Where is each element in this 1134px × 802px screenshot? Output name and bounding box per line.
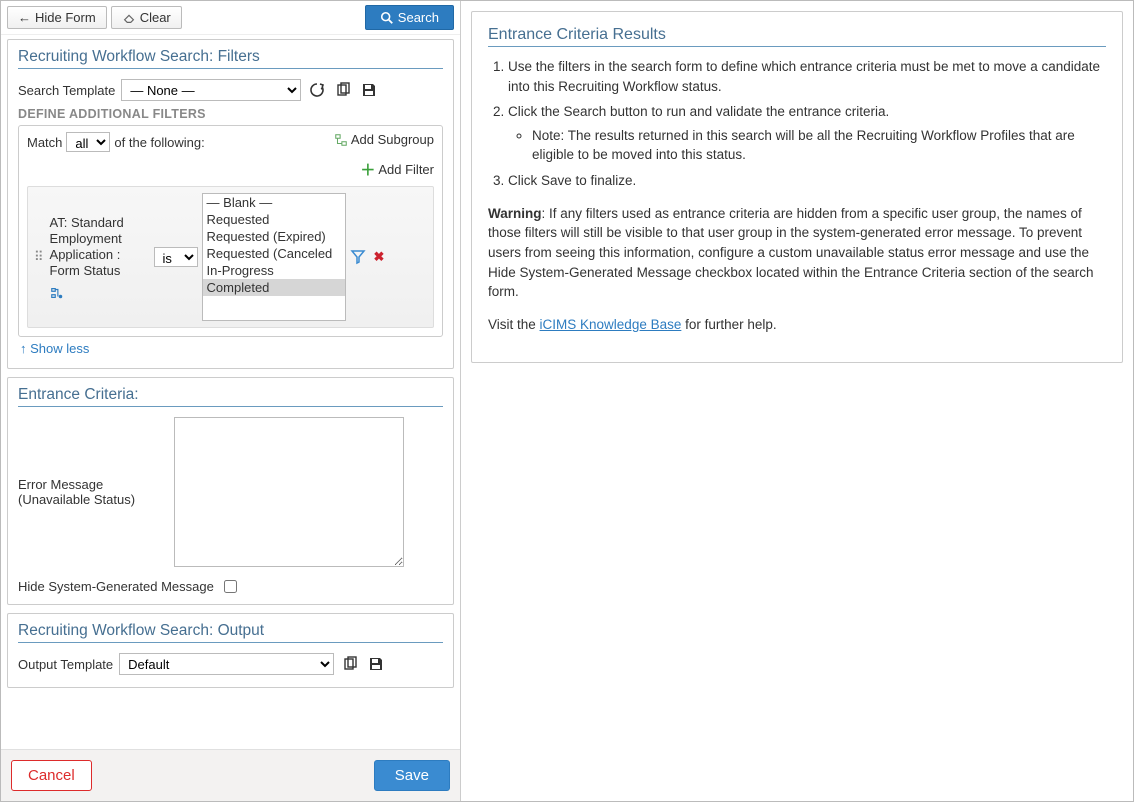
hide-form-button[interactable]: Hide Form [7,6,107,29]
refresh-icon [309,82,325,98]
filters-panel: Recruiting Workflow Search: Filters Sear… [7,39,454,369]
top-toolbar: Hide Form Clear Search [1,1,460,35]
footer: Cancel Save [1,749,460,801]
operator-select[interactable]: is [154,247,198,267]
filter-box: Match all of the following: Add Subgroup [18,125,443,337]
save-output-button[interactable] [366,654,386,674]
entrance-title: Entrance Criteria: [18,386,443,407]
filter-row: ⠿ AT: Standard Employment Application : … [27,186,434,328]
visit-prefix: Visit the [488,317,540,332]
save-icon [361,82,377,98]
remove-filter-button[interactable]: ✖ [370,249,389,265]
knowledge-base-link[interactable]: iCIMS Knowledge Base [540,317,682,332]
instruction-text: Click the Search button to run and valid… [508,104,889,119]
copy-icon [342,656,358,672]
filter-field-name: AT: Standard Employment Application : Fo… [50,215,150,280]
list-item[interactable]: Requested (Expired) [203,228,345,245]
entrance-criteria-panel: Entrance Criteria: Error Message (Unavai… [7,377,454,605]
visit-suffix: for further help. [681,317,776,332]
add-filter-label: Add Filter [378,162,434,177]
instruction-note: Note: The results returned in this searc… [532,126,1106,165]
match-label-suffix: of the following: [114,135,204,150]
list-item[interactable]: Requested [203,211,345,228]
search-template-label: Search Template [18,83,115,98]
instruction-item: Click Save to finalize. [508,171,1106,191]
clear-button[interactable]: Clear [111,6,182,29]
arrow-left-icon [18,10,31,25]
values-listbox[interactable]: — Blank — Requested Requested (Expired) … [202,193,346,321]
search-button[interactable]: Search [365,5,454,30]
save-button[interactable]: Save [374,760,450,791]
apply-filter-button[interactable] [350,249,366,265]
results-title: Entrance Criteria Results [488,26,1106,47]
copy-template-button[interactable] [333,80,353,100]
eraser-icon [122,11,136,25]
left-scroll-area[interactable]: Recruiting Workflow Search: Filters Sear… [1,35,460,749]
copy-icon [335,82,351,98]
results-body: Use the filters in the search form to de… [488,57,1106,335]
list-item[interactable]: In-Progress [203,262,345,279]
hide-msg-label: Hide System-Generated Message [18,579,214,594]
list-item[interactable]: — Blank — [203,194,345,211]
search-template-select[interactable]: — None — [121,79,301,101]
filters-panel-title: Recruiting Workflow Search: Filters [18,48,443,69]
plus-icon: ＋ [360,159,375,180]
copy-output-button[interactable] [340,654,360,674]
left-pane: Hide Form Clear Search Recruiting Workfl… [1,1,461,801]
help-paragraph: Visit the iCIMS Knowledge Base for furth… [488,315,1106,335]
output-panel: Recruiting Workflow Search: Output Outpu… [7,613,454,688]
funnel-icon [350,249,366,265]
error-message-textarea[interactable] [174,417,404,567]
error-message-label: Error Message (Unavailable Status) [18,477,168,507]
instruction-item: Use the filters in the search form to de… [508,57,1106,96]
clear-label: Clear [140,10,171,25]
match-mode-select[interactable]: all [66,132,110,152]
save-icon [368,656,384,672]
right-pane: Entrance Criteria Results Use the filter… [461,1,1133,801]
match-label-prefix: Match [27,135,62,150]
save-template-button[interactable] [359,80,379,100]
define-filters-heading: DEFINE ADDITIONAL FILTERS [18,107,443,121]
hide-msg-checkbox[interactable] [224,580,237,593]
search-icon [380,11,394,25]
reset-template-button[interactable] [307,80,327,100]
warning-label: Warning [488,206,542,221]
warning-paragraph: Warning: If any filters used as entrance… [488,204,1106,302]
warning-text: : If any filters used as entrance criter… [488,206,1094,299]
subgroup-icon [334,133,348,147]
list-item[interactable]: Completed [203,279,345,296]
cancel-button[interactable]: Cancel [11,760,92,791]
instruction-item: Click the Search button to run and valid… [508,102,1106,165]
add-subgroup-label: Add Subgroup [351,132,434,147]
show-less-link[interactable]: ↑ Show less [18,337,91,360]
drag-handle-icon[interactable]: ⠿ [32,249,46,265]
add-filter-button[interactable]: ＋ Add Filter [360,159,434,180]
add-subgroup-button[interactable]: Add Subgroup [334,132,434,147]
list-item[interactable]: Requested (Canceled [203,245,345,262]
search-label: Search [398,10,439,25]
tree-icon[interactable] [50,286,64,300]
results-panel: Entrance Criteria Results Use the filter… [471,11,1123,363]
output-template-select[interactable]: Default [119,653,334,675]
output-panel-title: Recruiting Workflow Search: Output [18,622,443,643]
hide-form-label: Hide Form [35,10,96,25]
output-template-label: Output Template [18,657,113,672]
